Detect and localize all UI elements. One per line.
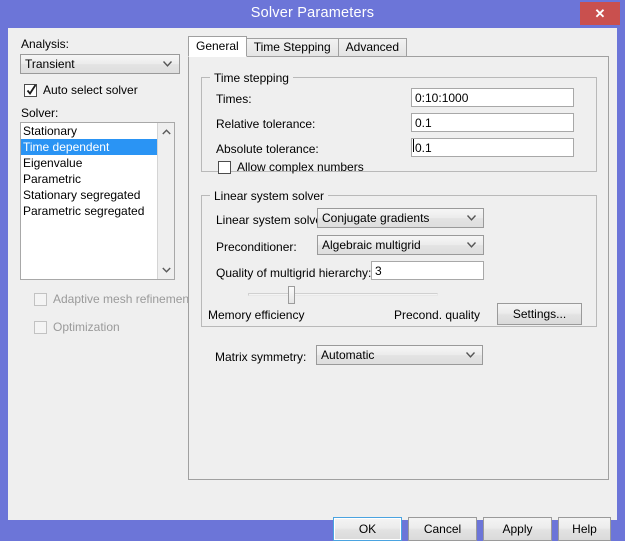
relative-tolerance-label: Relative tolerance: [216, 117, 316, 131]
linear-system-solver-group-title: Linear system solver [210, 189, 329, 203]
solver-label: Solver: [21, 106, 59, 120]
left-panel: Analysis: Transient Auto select solver S… [8, 28, 192, 520]
slider-right-label: Precond. quality [394, 308, 481, 322]
preconditioner-dropdown-value: Algebraic multigrid [322, 238, 421, 252]
tab-strip: General Time Stepping Advanced [188, 36, 408, 57]
list-item[interactable]: Time dependent [21, 139, 157, 155]
text-caret [413, 139, 414, 152]
matrix-symmetry-label: Matrix symmetry: [215, 350, 307, 364]
linear-system-solver-dropdown[interactable]: Conjugate gradients [317, 208, 484, 228]
scroll-up-icon[interactable] [158, 124, 174, 140]
list-item[interactable]: Eigenvalue [21, 155, 157, 171]
help-button[interactable]: Help [558, 517, 611, 541]
solver-listbox[interactable]: Stationary Time dependent Eigenvalue Par… [20, 122, 175, 280]
window-title: Solver Parameters [250, 5, 375, 21]
ok-button[interactable]: OK [333, 517, 402, 541]
analysis-label: Analysis: [21, 37, 70, 51]
scroll-down-icon[interactable] [158, 262, 174, 278]
list-item[interactable]: Parametric segregated [21, 203, 157, 219]
checkbox-box [218, 160, 231, 174]
time-stepping-group-title: Time stepping [210, 71, 293, 85]
analysis-dropdown-value: Transient [25, 57, 75, 71]
quality-of-multigrid-hierarchy-value: 3 [375, 263, 382, 278]
relative-tolerance-input[interactable]: 0.1 [411, 113, 574, 132]
optimization-checkbox[interactable]: Optimization [34, 320, 120, 334]
tab-panel-general: Time stepping Times: 0:10:1000 Relative … [188, 56, 609, 480]
chevron-down-icon [467, 242, 476, 248]
adaptive-mesh-refinement-checkbox[interactable]: Adaptive mesh refinement [34, 292, 192, 306]
times-input[interactable]: 0:10:1000 [411, 88, 574, 107]
title-bar: Solver Parameters ✕ [0, 0, 625, 28]
preconditioner-dropdown[interactable]: Algebraic multigrid [317, 235, 484, 255]
absolute-tolerance-input[interactable]: 0.1 [411, 138, 574, 157]
matrix-symmetry-dropdown[interactable]: Automatic [316, 345, 483, 365]
chevron-down-icon [163, 61, 172, 67]
tab-host: General Time Stepping Advanced Time step… [188, 36, 609, 480]
close-icon: ✕ [594, 6, 606, 21]
optimization-label: Optimization [53, 320, 120, 334]
preconditioner-label: Preconditioner: [216, 240, 297, 254]
chevron-down-icon [467, 215, 476, 221]
times-input-value: 0:10:1000 [415, 90, 469, 105]
slider-track [248, 293, 438, 296]
quality-of-multigrid-hierarchy-label: Quality of multigrid hierarchy: [216, 266, 372, 280]
relative-tolerance-input-value: 0.1 [415, 115, 432, 130]
auto-select-solver-label: Auto select solver [43, 83, 138, 97]
tab-advanced[interactable]: Advanced [337, 38, 408, 57]
checkbox-box [34, 320, 47, 334]
chevron-down-icon [466, 352, 475, 358]
list-item[interactable]: Stationary segregated [21, 187, 157, 203]
checkbox-box [34, 292, 47, 306]
allow-complex-numbers-label: Allow complex numbers [237, 160, 364, 174]
cancel-button[interactable]: Cancel [408, 517, 477, 541]
solver-listbox-items: Stationary Time dependent Eigenvalue Par… [21, 123, 157, 219]
time-stepping-group: Time stepping Times: 0:10:1000 Relative … [201, 71, 597, 174]
absolute-tolerance-label: Absolute tolerance: [216, 142, 319, 156]
linear-system-solver-label: Linear system solver: [216, 213, 330, 227]
dialog-client-area: Analysis: Transient Auto select solver S… [8, 28, 617, 541]
allow-complex-numbers-checkbox[interactable]: Allow complex numbers [218, 160, 364, 174]
analysis-dropdown[interactable]: Transient [20, 54, 180, 74]
slider-left-label: Memory efficiency [208, 308, 305, 322]
solver-parameters-dialog: Solver Parameters ✕ Analysis: Transient [0, 0, 625, 541]
check-icon [26, 83, 37, 96]
precond-quality-slider[interactable] [248, 286, 438, 304]
tab-general[interactable]: General [188, 36, 247, 57]
auto-select-solver-checkbox[interactable]: Auto select solver [24, 83, 138, 97]
close-button[interactable]: ✕ [580, 2, 620, 25]
adaptive-mesh-refinement-label: Adaptive mesh refinement [53, 292, 193, 306]
times-label: Times: [216, 92, 252, 106]
slider-thumb[interactable] [288, 286, 296, 304]
linear-system-solver-dropdown-value: Conjugate gradients [322, 211, 430, 225]
apply-button[interactable]: Apply [483, 517, 552, 541]
absolute-tolerance-input-value: 0.1 [415, 140, 432, 155]
quality-of-multigrid-hierarchy-input[interactable]: 3 [371, 261, 484, 280]
settings-button[interactable]: Settings... [497, 303, 582, 325]
linear-system-solver-group: Linear system solver Linear system solve… [201, 189, 597, 327]
matrix-symmetry-dropdown-value: Automatic [321, 348, 375, 362]
list-item[interactable]: Parametric [21, 171, 157, 187]
solver-listbox-scrollbar[interactable] [157, 123, 174, 279]
list-item[interactable]: Stationary [21, 123, 157, 139]
checkbox-box [24, 83, 37, 97]
tab-time-stepping[interactable]: Time Stepping [245, 38, 339, 57]
